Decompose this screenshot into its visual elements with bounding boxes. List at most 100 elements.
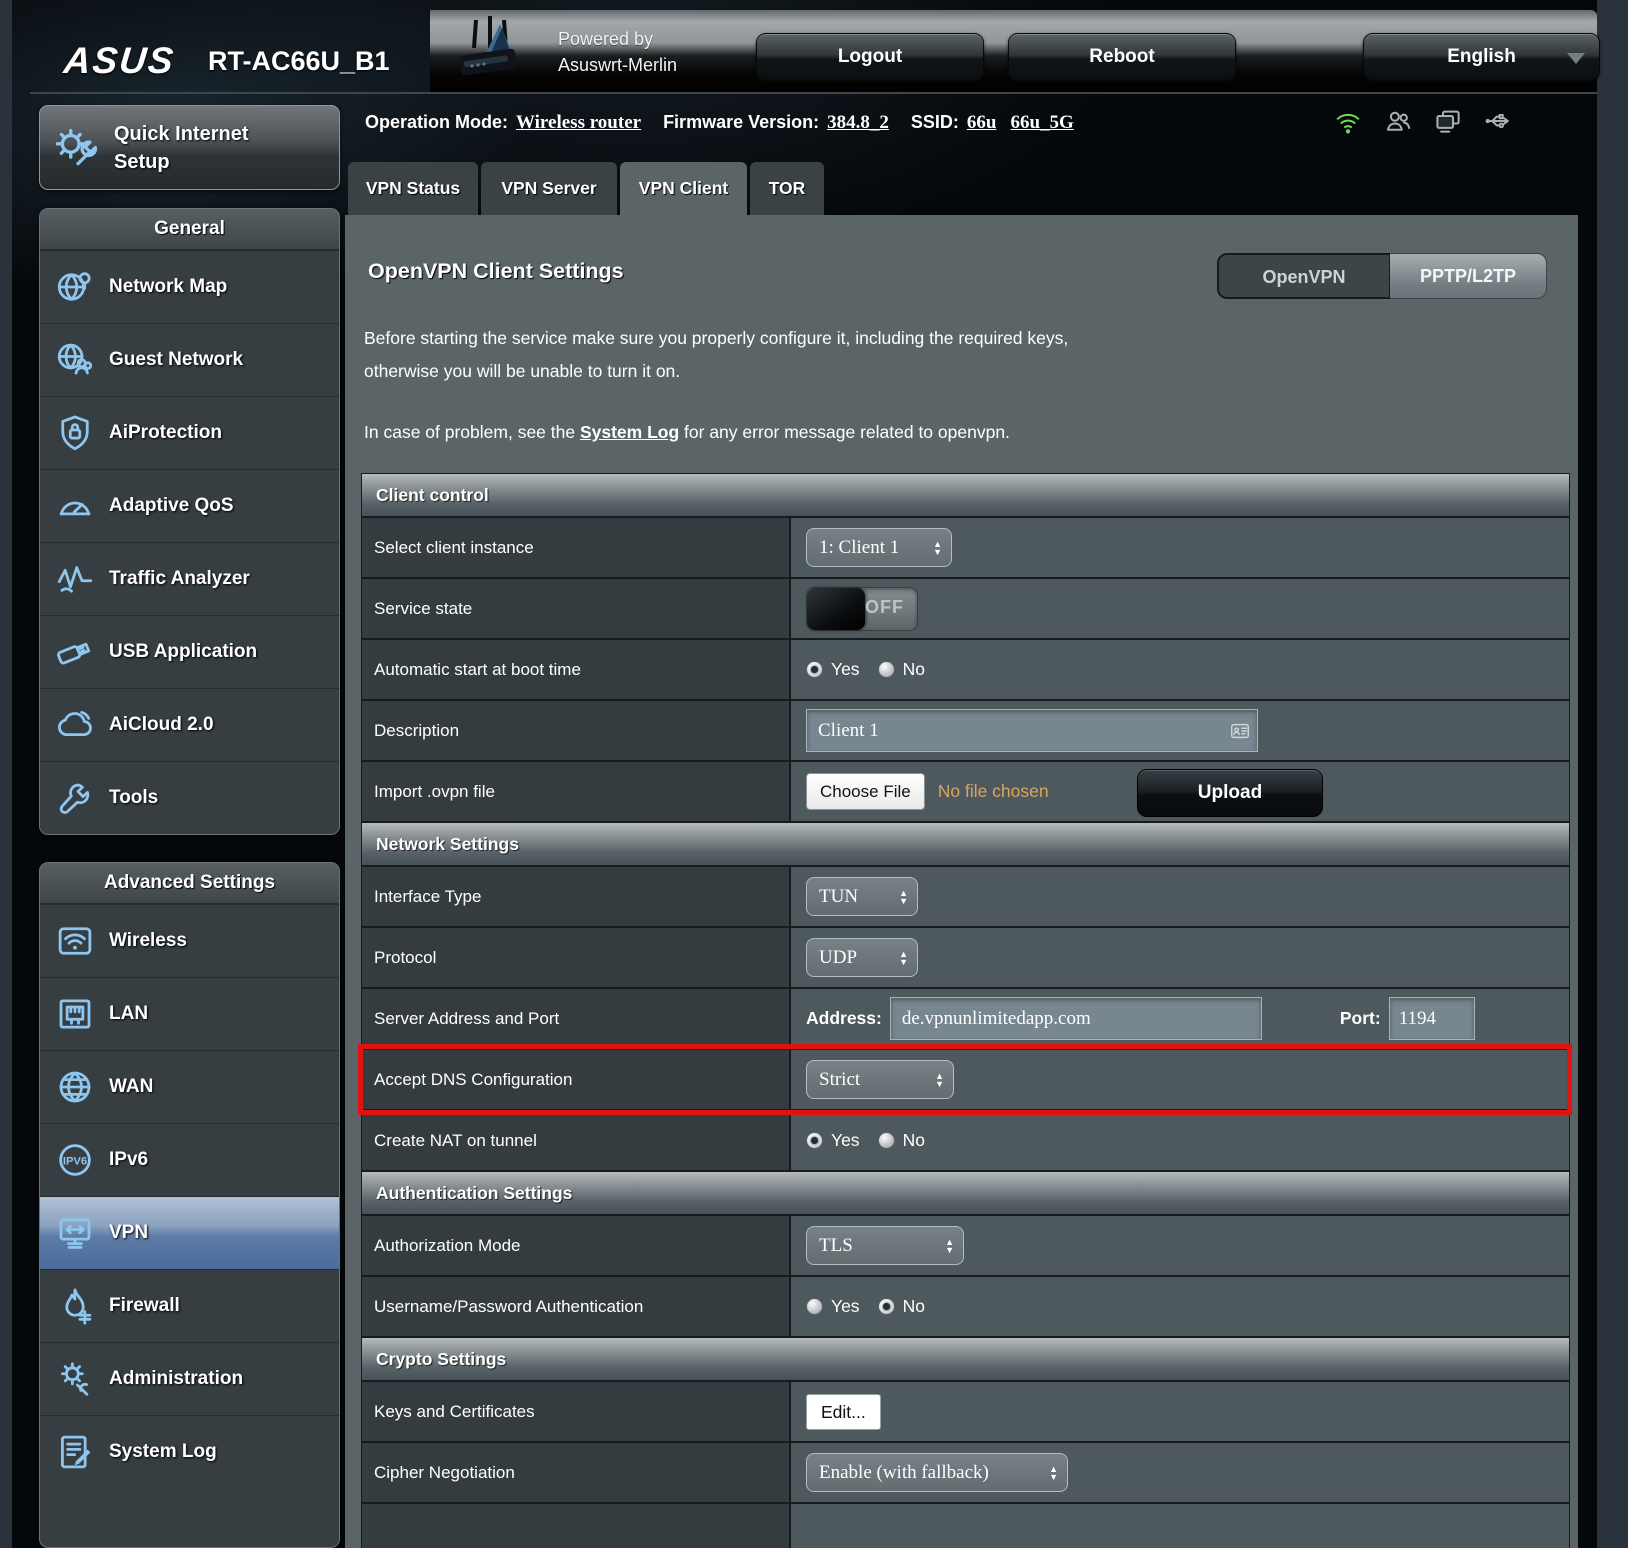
choose-file-button[interactable]: Choose File: [806, 773, 925, 810]
radio-option-label: No: [903, 1130, 925, 1151]
automatic-start-at-boot-time-radio-no[interactable]: [878, 661, 895, 678]
row-control-cell: YesNo: [791, 640, 1569, 699]
interface-type-select[interactable]: TUN▲▼: [806, 877, 918, 916]
row-clipped-bottom: [362, 1504, 1569, 1548]
firmware-label: Firmware Version:: [663, 112, 819, 132]
sidebar-item-administration[interactable]: Administration: [40, 1342, 339, 1415]
row-label: Keys and Certificates: [362, 1382, 791, 1441]
authorization-mode-select[interactable]: TLS▲▼: [806, 1226, 964, 1265]
logout-button[interactable]: Logout: [756, 33, 984, 81]
sidebar-item-vpn[interactable]: VPN: [40, 1196, 339, 1269]
sidebar-item-usb-application[interactable]: USB Application: [40, 615, 339, 688]
username-password-authentication-radio-no[interactable]: [878, 1298, 895, 1315]
language-label: English: [1447, 46, 1516, 67]
row-label: Server Address and Port: [362, 989, 791, 1048]
create-nat-on-tunnel-radio-no[interactable]: [878, 1132, 895, 1149]
sidebar-item-wan[interactable]: WAN: [40, 1050, 339, 1123]
ipv6-icon: IPV6: [54, 1139, 96, 1181]
tab-tor[interactable]: TOR: [750, 162, 824, 215]
server-address-input[interactable]: de.vpnunlimitedapp.com: [890, 997, 1262, 1040]
ssid-link-24g[interactable]: 66u: [967, 112, 997, 133]
sidebar-item-label: VPN: [109, 1222, 148, 1244]
row-control-cell: YesNo: [791, 1277, 1569, 1336]
reboot-button[interactable]: Reboot: [1008, 33, 1236, 81]
system-log-link[interactable]: System Log: [580, 422, 679, 442]
accept-dns-configuration-select[interactable]: Strict▲▼: [806, 1060, 954, 1099]
operation-mode-link[interactable]: Wireless router: [516, 112, 641, 133]
sidebar-item-firewall[interactable]: Firewall: [40, 1269, 339, 1342]
sidebar-item-label: IPv6: [109, 1149, 148, 1171]
operation-mode-line: Operation Mode: Wireless router Firmware V…: [365, 112, 1096, 134]
svg-text:IPV6: IPV6: [63, 1156, 87, 1168]
tab-vpn-server[interactable]: VPN Server: [481, 162, 617, 215]
operation-mode-label: Operation Mode:: [365, 112, 508, 132]
sidebar-item-network-map[interactable]: Network Map: [40, 250, 339, 323]
row-cipher-negotiation: Cipher NegotiationEnable (with fallback)…: [362, 1443, 1569, 1504]
row-import-ovpn-file: Import .ovpn fileChoose FileNo file chos…: [362, 762, 1569, 823]
top-banner: ASUS RT-AC66U_B1 Powered by Asuswrt-Merl…: [30, 10, 1597, 92]
row-control-cell: TLS▲▼: [791, 1216, 1569, 1275]
usb-status-icon[interactable]: [1483, 106, 1513, 136]
sidebar-item-label: USB Application: [109, 641, 257, 663]
row-label: Description: [362, 701, 791, 760]
row-label: Accept DNS Configuration: [362, 1050, 791, 1109]
row-control-cell: OFF: [791, 579, 1569, 638]
sidebar-item-aiprotection[interactable]: AiProtection: [40, 396, 339, 469]
cipher-negotiation-select[interactable]: Enable (with fallback)▲▼: [806, 1453, 1068, 1492]
tab-vpn-client[interactable]: VPN Client: [620, 162, 747, 215]
sidebar-group-title: Advanced Settings: [40, 863, 339, 904]
aicloud-icon: [54, 704, 96, 746]
banner-separator: [30, 92, 1597, 94]
powered-by-line1: Powered by: [558, 26, 677, 52]
sidebar-item-wireless[interactable]: Wireless: [40, 904, 339, 977]
sidebar-item-ipv6[interactable]: IPV6 IPv6: [40, 1123, 339, 1196]
row-service-state: Service state OFF: [362, 579, 1569, 640]
quick-internet-setup-button[interactable]: Quick Internet Setup: [39, 105, 340, 190]
row-label: Service state: [362, 579, 791, 638]
username-password-authentication-radio-yes[interactable]: [806, 1298, 823, 1315]
sidebar-item-label: AiCloud 2.0: [109, 714, 214, 736]
row-label: Select client instance: [362, 518, 791, 577]
guest-network-status-icon[interactable]: [1383, 106, 1413, 136]
automatic-start-at-boot-time-radio-yes[interactable]: [806, 661, 823, 678]
server-address-value: de.vpnunlimitedapp.com: [902, 1008, 1091, 1030]
sidebar-item-adaptive-qos[interactable]: Adaptive QoS: [40, 469, 339, 542]
row-label: Automatic start at boot time: [362, 640, 791, 699]
row-server-address-and-port: Server Address and PortAddress:de.vpnunl…: [362, 989, 1569, 1050]
section-header-authentication-settings: Authentication Settings: [362, 1172, 1569, 1216]
sidebar-item-system-log[interactable]: System Log: [40, 1415, 339, 1488]
row-authorization-mode: Authorization ModeTLS▲▼: [362, 1216, 1569, 1277]
create-nat-on-tunnel-radio-yes[interactable]: [806, 1132, 823, 1149]
row-control-cell: Edit...: [791, 1382, 1569, 1441]
row-label: Create NAT on tunnel: [362, 1111, 791, 1170]
firmware-version-link[interactable]: 384.8_2: [827, 112, 889, 133]
tab-vpn-status[interactable]: VPN Status: [348, 162, 478, 215]
radio-option-label: No: [903, 1296, 925, 1317]
upload-button[interactable]: Upload: [1137, 769, 1323, 817]
sidebar-item-lan[interactable]: LAN: [40, 977, 339, 1050]
protocol-select[interactable]: UDP▲▼: [806, 938, 918, 977]
keys-and-certificates-edit-button[interactable]: Edit...: [806, 1394, 881, 1430]
port-label: Port:: [1340, 1008, 1381, 1029]
sidebar-item-aicloud-2-0[interactable]: AiCloud 2.0: [40, 688, 339, 761]
description-input[interactable]: Client 1: [806, 709, 1258, 752]
sidebar-item-guest-network[interactable]: Guest Network: [40, 323, 339, 396]
language-dropdown[interactable]: English: [1363, 33, 1600, 81]
row-create-nat-on-tunnel: Create NAT on tunnelYesNo: [362, 1111, 1569, 1172]
openvpn-mode-button[interactable]: OpenVPN: [1217, 253, 1390, 299]
lan-icon: [54, 993, 96, 1035]
accept-dns-configuration-select-value: Strict: [819, 1069, 860, 1091]
sidebar-item-tools[interactable]: Tools: [40, 761, 339, 834]
wifi-status-icon[interactable]: [1333, 106, 1363, 136]
clients-status-icon[interactable]: [1433, 106, 1463, 136]
sidebar-item-traffic-analyzer[interactable]: Traffic Analyzer: [40, 542, 339, 615]
select-client-instance-select[interactable]: 1: Client 1▲▼: [806, 528, 952, 567]
ssid-link-5g[interactable]: 66u_5G: [1010, 112, 1073, 133]
pptp-l2tp-mode-button[interactable]: PPTP/L2TP: [1390, 253, 1547, 299]
firewall-icon: [54, 1285, 96, 1327]
status-row: Operation Mode: Wireless router Firmware V…: [365, 104, 1585, 148]
service-state-toggle[interactable]: OFF: [806, 587, 918, 631]
powered-by-text: Powered by Asuswrt-Merlin: [558, 26, 677, 78]
server-port-input[interactable]: 1194: [1389, 997, 1475, 1040]
chevron-down-icon: [1567, 53, 1585, 64]
